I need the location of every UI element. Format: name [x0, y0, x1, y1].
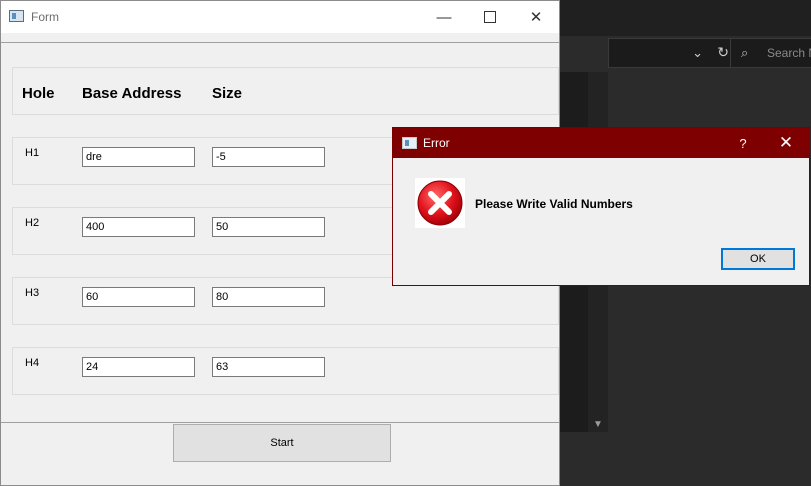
search-icon: ⌕	[741, 45, 749, 60]
error-dialog: Error ? ✕ Please Write Valid Numbers OK	[392, 127, 810, 286]
column-header-base-address: Base Address	[82, 85, 182, 102]
dialog-titlebar: Error ? ✕	[393, 128, 809, 158]
base-address-input-h4[interactable]	[82, 357, 195, 377]
hole-label: H2	[25, 217, 40, 229]
maximize-icon	[484, 11, 496, 23]
maximize-button[interactable]	[467, 1, 513, 33]
size-input-h2[interactable]	[212, 217, 325, 237]
background-combobox[interactable]: ⌄ ↻	[608, 38, 738, 68]
window-app-icon	[402, 137, 417, 149]
help-button[interactable]: ?	[726, 128, 760, 158]
error-x-icon	[415, 178, 465, 228]
column-header-hole: Hole	[22, 85, 55, 102]
size-input-h4[interactable]	[212, 357, 325, 377]
start-button[interactable]: Start	[173, 424, 391, 462]
close-button[interactable]: ✕	[513, 1, 559, 33]
window-app-icon	[9, 10, 24, 22]
refresh-icon[interactable]: ↻	[717, 44, 729, 61]
form-title: Form	[31, 10, 59, 24]
hole-label: H1	[25, 147, 40, 159]
size-input-h1[interactable]	[212, 147, 325, 167]
dialog-close-button[interactable]: ✕	[763, 128, 809, 158]
background-app-titlebar	[558, 0, 811, 36]
ok-button[interactable]: OK	[721, 248, 795, 270]
hole-label: H4	[25, 357, 40, 369]
search-placeholder: Search N	[767, 46, 811, 60]
base-address-input-h2[interactable]	[82, 217, 195, 237]
hole-label: H3	[25, 287, 40, 299]
size-input-h3[interactable]	[212, 287, 325, 307]
scroll-down-icon[interactable]: ▼	[593, 419, 603, 430]
form-titlebar: Form — ✕	[1, 1, 559, 33]
chevron-down-icon[interactable]: ⌄	[692, 45, 703, 61]
divider	[1, 42, 559, 43]
base-address-input-h1[interactable]	[82, 147, 195, 167]
dialog-title: Error	[423, 136, 450, 150]
divider	[1, 422, 559, 423]
base-address-input-h3[interactable]	[82, 287, 195, 307]
error-message: Please Write Valid Numbers	[475, 197, 633, 211]
background-search-box[interactable]: ⌕ Search N	[730, 38, 811, 68]
column-header-size: Size	[212, 85, 243, 102]
minimize-button[interactable]: —	[421, 1, 467, 33]
